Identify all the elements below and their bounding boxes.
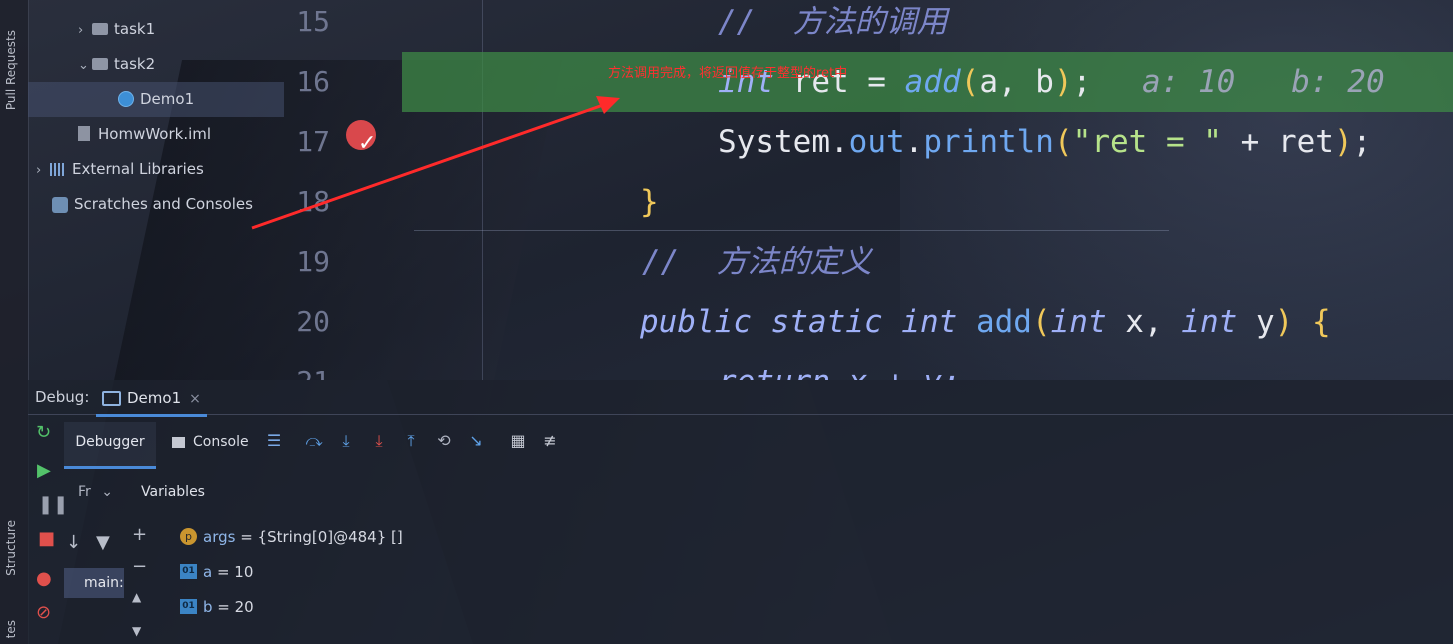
- code-line-16: 16 ✓ int ret = add(a, b); a: 10 b: 20: [284, 52, 1453, 156]
- chevron-down-icon[interactable]: ⌄: [78, 48, 92, 83]
- drop-frame-icon[interactable]: ⟲: [434, 430, 454, 452]
- line-number: 19: [296, 245, 330, 278]
- code-line-20: 20 public static int add(int x, int y) {: [284, 292, 1453, 352]
- code-line-17: 17 System.out.println("ret = " + ret);: [284, 112, 1453, 172]
- pause-icon[interactable]: ❚❚: [38, 494, 68, 515]
- pull-requests-tab[interactable]: Pull Requests: [4, 30, 18, 110]
- tree-item-iml[interactable]: HomwWork.iml: [78, 117, 211, 152]
- filter-icon[interactable]: ▼: [96, 532, 110, 553]
- tab-console-label: Console: [193, 434, 249, 450]
- session-tab-label: Demo1: [127, 389, 182, 407]
- tree-item-demo1[interactable]: Demo1: [28, 82, 284, 117]
- java-class-icon: [118, 90, 134, 107]
- mute-breakpoints-icon[interactable]: ⊘: [36, 602, 51, 623]
- line-number: 16: [296, 65, 330, 98]
- code-line-21: 21 return x + y;: [284, 352, 1453, 380]
- chevron-down-icon[interactable]: ⌄: [101, 484, 113, 500]
- tree-item-label: External Libraries: [72, 160, 204, 178]
- variables-header: Variables: [141, 484, 205, 500]
- tab-debugger[interactable]: Debugger: [64, 422, 156, 469]
- debug-tabbar: Debugger Console ☰ ⤼ ⤓ ⤓ ⤒ ⟲ ↘ ▦ ≢: [64, 422, 1453, 469]
- move-down-icon[interactable]: ▼: [132, 624, 141, 638]
- tree-item-label: Scratches and Consoles: [74, 195, 253, 213]
- chevron-right-icon[interactable]: ›: [78, 13, 92, 48]
- close-icon[interactable]: ×: [189, 391, 201, 407]
- library-icon: [50, 163, 66, 176]
- rerun-icon[interactable]: ↻: [36, 422, 51, 443]
- line-number: 18: [296, 185, 330, 218]
- variable-row-a[interactable]: 01 a = 10: [180, 560, 253, 584]
- console-monitor-icon: [102, 391, 121, 406]
- force-step-into-icon[interactable]: ⤓: [369, 430, 389, 452]
- file-icon: [78, 126, 90, 141]
- chevron-right-icon[interactable]: ›: [36, 153, 50, 188]
- tree-item-task1[interactable]: › task1: [78, 12, 155, 47]
- code-editor[interactable]: 15 // 方法的调用 16 ✓ int ret = add(a, b); a:…: [284, 0, 1453, 380]
- arrow-down-icon[interactable]: ↓: [66, 532, 81, 553]
- move-up-icon[interactable]: ▲: [132, 590, 141, 604]
- bottom-tool-tab[interactable]: tes: [4, 620, 18, 638]
- tree-item-external-libraries[interactable]: › External Libraries: [36, 152, 204, 187]
- primitive-icon: 01: [180, 599, 197, 614]
- scratches-icon: [52, 196, 68, 213]
- console-icon: [172, 436, 185, 448]
- thread-frame-main[interactable]: main:: [64, 568, 124, 598]
- run-to-cursor-icon[interactable]: ↘: [466, 430, 486, 452]
- left-tool-strip: Pull Requests Structure tes: [0, 0, 29, 644]
- folder-icon: [92, 22, 108, 35]
- project-tree: › task1 ⌄ task2 Demo1 HomwWork.iml › Extern…: [28, 0, 284, 380]
- tree-item-label: Demo1: [140, 90, 195, 108]
- code-line-15: 15 // 方法的调用: [284, 0, 1453, 52]
- tree-item-label: HomwWork.iml: [98, 125, 212, 143]
- annotation-text: 方法调用完成，将返回值存于整型的ret中: [608, 66, 848, 81]
- code-text: int ret = add(a, b);: [718, 64, 1092, 100]
- debug-session-tab[interactable]: Demo1 ×: [96, 384, 207, 417]
- add-watch-icon[interactable]: +: [132, 524, 147, 545]
- structure-tab[interactable]: Structure: [4, 520, 18, 576]
- variable-row-b[interactable]: 01 b = 20: [180, 595, 254, 619]
- code-line-18: 18 }: [284, 172, 1453, 232]
- tree-item-task2[interactable]: ⌄ task2: [78, 47, 155, 82]
- remove-watch-icon[interactable]: −: [132, 556, 147, 577]
- code-text: public static int add(int x, int y) {: [640, 304, 1331, 340]
- line-number: 21: [284, 352, 330, 380]
- code-comment: // 方法的调用: [718, 4, 948, 40]
- menu-icon[interactable]: ☰: [264, 430, 284, 452]
- debug-panel: Debug: Demo1 × ↻ ▶ ❚❚ ■ ● ⊘ Debugger Cons…: [28, 380, 1453, 644]
- tree-item-label: task1: [114, 20, 156, 38]
- tree-item-label: task2: [114, 55, 156, 73]
- code-comment: // 方法的定义: [642, 244, 872, 280]
- inline-debug-values: a: 10 b: 20: [1142, 64, 1385, 100]
- line-number: 15: [296, 5, 330, 38]
- code-text: return x + y;: [718, 352, 961, 380]
- primitive-icon: 01: [180, 564, 197, 579]
- debug-label: Debug:: [35, 388, 90, 406]
- line-number: 20: [296, 305, 330, 338]
- folder-icon: [92, 57, 108, 70]
- step-over-icon[interactable]: ⤼: [304, 430, 324, 452]
- code-text: }: [640, 184, 659, 220]
- evaluate-expression-icon[interactable]: ▦: [508, 430, 528, 452]
- trace-settings-icon[interactable]: ≢: [540, 430, 560, 452]
- line-number: 17: [296, 125, 330, 158]
- step-out-icon[interactable]: ⤒: [401, 430, 421, 452]
- parameter-icon: p: [180, 528, 197, 545]
- tab-console[interactable]: Console: [172, 422, 249, 466]
- frames-header: Fr ⌄: [78, 484, 113, 500]
- method-separator: [414, 230, 1169, 231]
- tree-item-scratches[interactable]: Scratches and Consoles: [52, 187, 253, 222]
- variable-row-args[interactable]: p args = {String[0]@484} []: [180, 525, 403, 549]
- view-breakpoints-icon[interactable]: ●: [36, 568, 52, 589]
- debug-header: Debug: Demo1 ×: [28, 380, 1453, 417]
- stop-icon[interactable]: ■: [38, 528, 55, 549]
- resume-icon[interactable]: ▶: [37, 460, 51, 481]
- code-text: System.out.println("ret = " + ret);: [718, 124, 1372, 160]
- code-line-19: 19 // 方法的定义: [284, 232, 1453, 292]
- step-into-icon[interactable]: ⤓: [336, 430, 356, 452]
